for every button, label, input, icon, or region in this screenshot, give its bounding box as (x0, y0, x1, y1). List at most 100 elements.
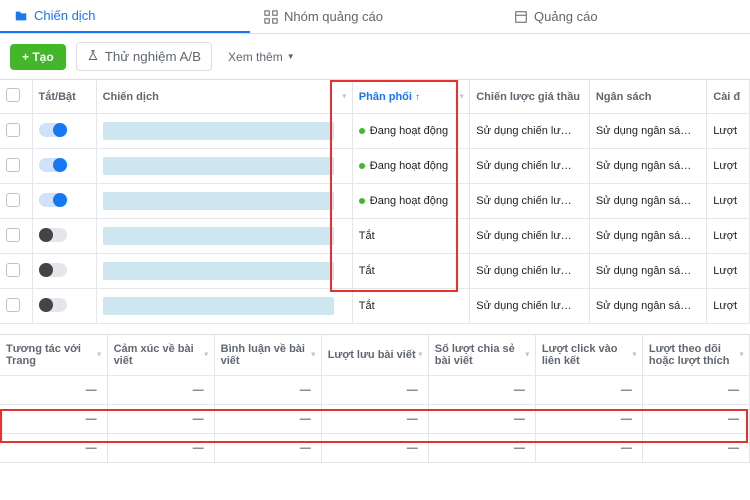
tab-label: Quảng cáo (534, 9, 598, 24)
dropdown-caret-icon: ▼ (96, 352, 103, 359)
tab-ad[interactable]: Quảng cáo (500, 0, 750, 33)
table-row: Đang hoạt độngSử dụng chiến lư…Sử dụng n… (0, 149, 750, 184)
col-page-engagement[interactable]: Tương tác với Trang▼ (0, 335, 107, 376)
table-row: Đang hoạt độngSử dụng chiến lư…Sử dụng n… (0, 114, 750, 149)
budget: Sử dụng ngân sá… (589, 254, 706, 289)
table-row: TắtSử dụng chiến lư…Sử dụng ngân sá…Lượt (0, 289, 750, 324)
settings: Lượt (707, 149, 750, 184)
settings: Lượt (707, 184, 750, 219)
campaign-table: Tắt/Bật Chiến dịch▼ Phân phối ↑▼ Chiến l… (0, 80, 750, 324)
dropdown-caret-icon: ▼ (631, 352, 638, 359)
campaign-name-redacted[interactable] (103, 122, 334, 140)
dropdown-caret-icon: ▼ (738, 352, 745, 359)
col-bid[interactable]: Chiến lược giá thầu (470, 80, 590, 114)
campaign-name-redacted[interactable] (103, 192, 334, 210)
more-label: Xem thêm (228, 50, 283, 64)
settings: Lượt (707, 219, 750, 254)
toggle-switch[interactable] (39, 228, 67, 242)
table-row: TắtSử dụng chiến lư…Sử dụng ngân sá…Lượt (0, 254, 750, 289)
col-onoff[interactable]: Tắt/Bật (32, 80, 96, 114)
bid-strategy: Sử dụng chiến lư… (470, 184, 590, 219)
bid-strategy: Sử dụng chiến lư… (470, 114, 590, 149)
delivery-status: Đang hoạt động (352, 184, 469, 219)
ab-test-button[interactable]: Thử nghiệm A/B (76, 42, 212, 71)
metrics-row: ——————— (0, 434, 750, 463)
row-checkbox[interactable] (6, 123, 20, 137)
delivery-status: Tắt (352, 219, 469, 254)
status-dot-icon (359, 163, 365, 169)
metrics-table-wrap: Tương tác với Trang▼ Cảm xúc về bài viết… (0, 334, 750, 463)
toggle-switch[interactable] (39, 158, 67, 172)
settings: Lượt (707, 289, 750, 324)
toggle-switch[interactable] (39, 263, 67, 277)
chevron-down-icon: ▼ (287, 52, 295, 61)
folder-icon (14, 9, 28, 23)
col-delivery[interactable]: Phân phối ↑▼ (352, 80, 469, 114)
col-saves[interactable]: Lượt lưu bài viết▼ (321, 335, 428, 376)
bid-strategy: Sử dụng chiến lư… (470, 219, 590, 254)
dropdown-caret-icon: ▼ (203, 352, 210, 359)
grid-icon (264, 10, 278, 24)
dropdown-caret-icon: ▼ (524, 352, 531, 359)
dropdown-caret-icon: ▼ (310, 352, 317, 359)
metrics-row: ——————— (0, 376, 750, 405)
dropdown-caret-icon: ▼ (417, 352, 424, 359)
col-comments[interactable]: Bình luận về bài viết▼ (214, 335, 321, 376)
col-shares[interactable]: Số lượt chia sẻ bài viết▼ (428, 335, 535, 376)
col-campaign[interactable]: Chiến dịch▼ (96, 80, 352, 114)
budget: Sử dụng ngân sá… (589, 114, 706, 149)
status-dot-icon (359, 128, 365, 134)
delivery-status: Đang hoạt động (352, 149, 469, 184)
budget: Sử dụng ngân sá… (589, 149, 706, 184)
ad-icon (514, 10, 528, 24)
toggle-switch[interactable] (39, 193, 67, 207)
tab-campaign[interactable]: Chiến dịch (0, 0, 250, 33)
row-checkbox[interactable] (6, 228, 20, 242)
metrics-table: Tương tác với Trang▼ Cảm xúc về bài viết… (0, 335, 750, 463)
col-settings[interactable]: Cài đ (707, 80, 750, 114)
flask-icon (87, 49, 99, 64)
row-checkbox[interactable] (6, 193, 20, 207)
toggle-switch[interactable] (39, 123, 67, 137)
status-dot-icon (359, 198, 365, 204)
dropdown-caret-icon: ▼ (341, 93, 348, 100)
bid-strategy: Sử dụng chiến lư… (470, 149, 590, 184)
sort-asc-icon: ↑ (415, 92, 420, 103)
tab-adset[interactable]: Nhóm quảng cáo (250, 0, 500, 33)
checkbox-all[interactable] (6, 88, 20, 102)
delivery-status: Tắt (352, 254, 469, 289)
col-reactions[interactable]: Cảm xúc về bài viết▼ (107, 335, 214, 376)
metrics-row: ——————— (0, 405, 750, 434)
campaign-name-redacted[interactable] (103, 157, 334, 175)
ab-label: Thử nghiệm A/B (105, 49, 201, 64)
col-budget[interactable]: Ngân sách (589, 80, 706, 114)
main-tabs: Chiến dịch Nhóm quảng cáo Quảng cáo (0, 0, 750, 34)
delivery-status: Tắt (352, 289, 469, 324)
create-button[interactable]: + Tạo (10, 44, 66, 70)
table-row: TắtSử dụng chiến lư…Sử dụng ngân sá…Lượt (0, 219, 750, 254)
settings: Lượt (707, 114, 750, 149)
bid-strategy: Sử dụng chiến lư… (470, 289, 590, 324)
budget: Sử dụng ngân sá… (589, 184, 706, 219)
dropdown-caret-icon: ▼ (458, 93, 465, 100)
campaign-table-wrap: Tắt/Bật Chiến dịch▼ Phân phối ↑▼ Chiến l… (0, 80, 750, 324)
toggle-switch[interactable] (39, 298, 67, 312)
delivery-status: Đang hoạt động (352, 114, 469, 149)
row-checkbox[interactable] (6, 298, 20, 312)
col-check[interactable] (0, 80, 32, 114)
campaign-name-redacted[interactable] (103, 297, 334, 315)
table-row: Đang hoạt độngSử dụng chiến lư…Sử dụng n… (0, 184, 750, 219)
campaign-name-redacted[interactable] (103, 262, 334, 280)
bid-strategy: Sử dụng chiến lư… (470, 254, 590, 289)
settings: Lượt (707, 254, 750, 289)
row-checkbox[interactable] (6, 158, 20, 172)
row-checkbox[interactable] (6, 263, 20, 277)
campaign-name-redacted[interactable] (103, 227, 334, 245)
col-follows[interactable]: Lượt theo dõi hoặc lượt thích▼ (642, 335, 749, 376)
more-dropdown[interactable]: Xem thêm ▼ (222, 44, 301, 70)
budget: Sử dụng ngân sá… (589, 219, 706, 254)
col-link-clicks[interactable]: Lượt click vào liên kết▼ (535, 335, 642, 376)
tab-label: Chiến dịch (34, 8, 95, 23)
budget: Sử dụng ngân sá… (589, 289, 706, 324)
tab-label: Nhóm quảng cáo (284, 9, 383, 24)
